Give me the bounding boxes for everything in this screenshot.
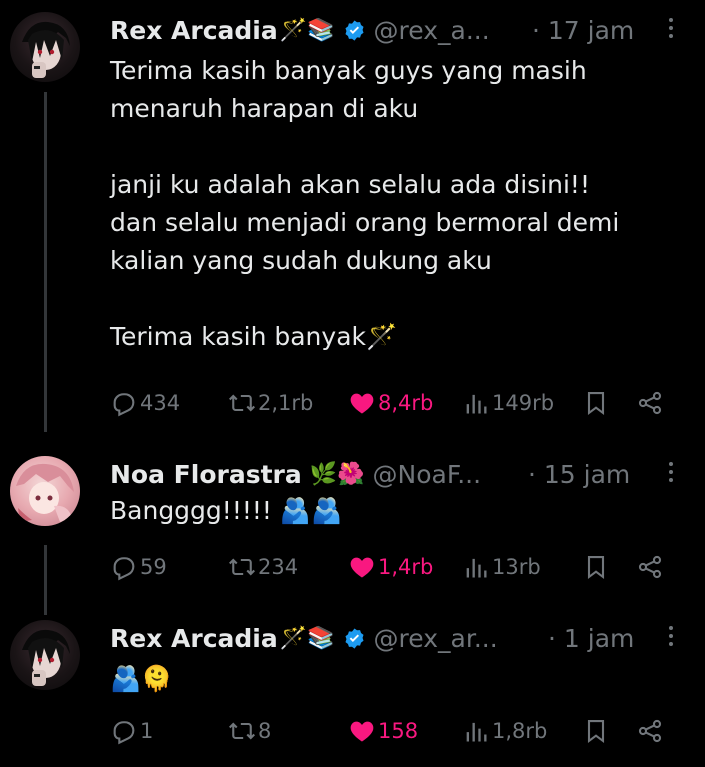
bookmark-icon: [587, 720, 605, 744]
post-header: Rex Arcadia 🪄📚 @rex_a... · 17 jam: [110, 12, 705, 48]
share-button[interactable]: [636, 714, 666, 748]
reply-button[interactable]: 434: [110, 386, 180, 420]
views-count: 13rb: [492, 555, 541, 579]
post-time[interactable]: · 1 jam: [548, 624, 634, 653]
reply-icon: [113, 557, 135, 581]
views-button[interactable]: 13rb: [462, 550, 541, 584]
author-handle[interactable]: @NoaF...: [373, 460, 482, 489]
post-header: Rex Arcadia 🪄📚 @rex_ar... · 1 jam: [110, 620, 705, 656]
share-icon: [638, 555, 662, 579]
post-actions: 434 2,1rb 8,4rb 149rb: [110, 386, 705, 420]
views-count: 149rb: [492, 391, 555, 415]
repost-button[interactable]: 8: [228, 714, 271, 748]
like-button[interactable]: 1,4rb: [348, 550, 433, 584]
views-icon: [466, 722, 487, 742]
repost-icon: [229, 558, 255, 576]
reply-count: 59: [140, 555, 167, 579]
bookmark-button[interactable]: [582, 550, 612, 584]
views-icon: [466, 394, 487, 414]
reply-button[interactable]: 59: [110, 550, 167, 584]
bookmark-icon: [587, 392, 605, 416]
like-button[interactable]: 8,4rb: [348, 386, 433, 420]
like-count: 1,4rb: [378, 555, 434, 579]
repost-button[interactable]: 2,1rb: [228, 386, 313, 420]
reply-icon: [113, 393, 135, 417]
reply-count: 1: [140, 719, 154, 743]
author-emoji: 🌿🌺: [309, 461, 365, 487]
more-icon[interactable]: [669, 626, 675, 650]
views-button[interactable]: 1,8rb: [462, 714, 547, 748]
reply-count: 434: [140, 391, 181, 415]
avatar[interactable]: [10, 620, 80, 690]
post-time[interactable]: · 15 jam: [528, 460, 630, 489]
share-button[interactable]: [636, 386, 666, 420]
author-emoji: 🪄📚: [279, 17, 335, 43]
post-time[interactable]: · 17 jam: [532, 16, 634, 45]
post-header: Noa Florastra 🌿🌺 @NoaF... · 15 jam: [110, 456, 705, 492]
repost-count: 234: [258, 555, 299, 579]
more-icon[interactable]: [669, 462, 675, 486]
author-handle[interactable]: @rex_ar...: [374, 624, 498, 653]
post-actions: 1 8 158 1,8rb: [110, 714, 705, 748]
avatar[interactable]: [10, 12, 80, 82]
bookmark-button[interactable]: [582, 714, 612, 748]
repost-button[interactable]: 234: [228, 550, 298, 584]
share-button[interactable]: [636, 550, 666, 584]
post-text: Terima kasih banyak guys yang masih mena…: [110, 56, 620, 351]
verified-badge-icon: [345, 627, 364, 649]
like-icon: [350, 393, 374, 414]
bookmark-icon: [587, 556, 605, 580]
post[interactable]: Rex Arcadia 🪄📚 @rex_a... · 17 jam Terima…: [0, 0, 705, 440]
author-name[interactable]: Noa Florastra: [110, 460, 302, 489]
avatar[interactable]: [10, 456, 80, 526]
author-name[interactable]: Rex Arcadia: [110, 16, 278, 45]
author-handle[interactable]: @rex_a...: [374, 16, 490, 45]
repost-count: 2,1rb: [258, 391, 314, 415]
repost-icon: [229, 722, 255, 740]
author-name[interactable]: Rex Arcadia: [110, 624, 278, 653]
like-count: 8,4rb: [378, 391, 434, 415]
like-icon: [350, 557, 374, 578]
post-actions: 59 234 1,4rb 13rb: [110, 550, 705, 584]
views-count: 1,8rb: [492, 719, 548, 743]
share-icon: [638, 719, 662, 743]
repost-count: 8: [258, 719, 272, 743]
reply-button[interactable]: 1: [110, 714, 153, 748]
like-icon: [350, 721, 374, 742]
post[interactable]: Rex Arcadia 🪄📚 @rex_ar... · 1 jam 🫂🫠 1 8…: [0, 608, 705, 767]
post-text: 🫂🫠: [110, 664, 173, 693]
views-icon: [466, 558, 487, 578]
bookmark-button[interactable]: [582, 386, 612, 420]
views-button[interactable]: 149rb: [462, 386, 554, 420]
post-text: Bangggg!!!!! 🫂🫂: [110, 496, 343, 525]
repost-icon: [229, 394, 255, 412]
share-icon: [638, 391, 662, 415]
reply-icon: [113, 721, 135, 745]
like-count: 158: [378, 719, 419, 743]
verified-badge-icon: [345, 19, 364, 41]
more-icon[interactable]: [669, 18, 675, 42]
like-button[interactable]: 158: [348, 714, 418, 748]
author-emoji: 🪄📚: [279, 625, 335, 651]
post[interactable]: Noa Florastra 🌿🌺 @NoaF... · 15 jam Bangg…: [0, 440, 705, 600]
